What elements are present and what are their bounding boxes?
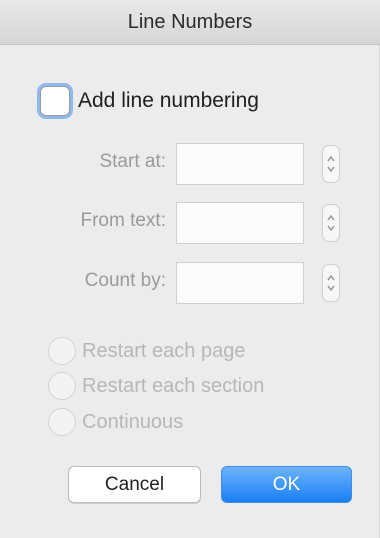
continuous-option[interactable]: Continuous — [48, 407, 183, 437]
continuous-label[interactable]: Continuous — [82, 411, 183, 434]
count-by-stepper[interactable] — [322, 264, 340, 302]
count-by-row: Count by: — [0, 262, 380, 304]
restart-each-section-label[interactable]: Restart each section — [82, 375, 264, 398]
restart-each-page-label[interactable]: Restart each page — [82, 340, 245, 363]
add-line-numbering-option[interactable]: Add line numbering — [40, 86, 259, 116]
from-text-input[interactable] — [176, 202, 304, 244]
add-line-numbering-label[interactable]: Add line numbering — [78, 89, 259, 113]
start-at-label: Start at: — [99, 151, 166, 172]
add-line-numbering-checkbox[interactable] — [40, 86, 70, 116]
ok-button[interactable]: OK — [221, 466, 352, 503]
start-at-input[interactable] — [176, 143, 304, 185]
start-at-stepper[interactable] — [322, 145, 340, 183]
stepper-arrows-icon — [327, 155, 335, 173]
count-by-label: Count by: — [84, 270, 166, 291]
start-at-row: Start at: — [0, 143, 380, 185]
stepper-arrows-icon — [327, 214, 335, 232]
from-text-stepper[interactable] — [322, 204, 340, 242]
title-bar[interactable]: Line Numbers — [0, 0, 380, 45]
from-text-label: From text: — [80, 210, 166, 231]
restart-each-section-radio[interactable] — [48, 372, 76, 400]
restart-each-page-radio[interactable] — [48, 337, 76, 365]
stepper-arrows-icon — [327, 274, 335, 292]
dialog-title: Line Numbers — [127, 10, 253, 33]
restart-each-section-option[interactable]: Restart each section — [48, 371, 264, 401]
from-text-row: From text: — [0, 202, 380, 244]
line-numbers-dialog: Line Numbers Add line numbering Start at… — [0, 0, 380, 538]
cancel-button[interactable]: Cancel — [68, 466, 201, 503]
restart-each-page-option[interactable]: Restart each page — [48, 336, 245, 366]
count-by-input[interactable] — [176, 262, 304, 304]
continuous-radio[interactable] — [48, 408, 76, 436]
